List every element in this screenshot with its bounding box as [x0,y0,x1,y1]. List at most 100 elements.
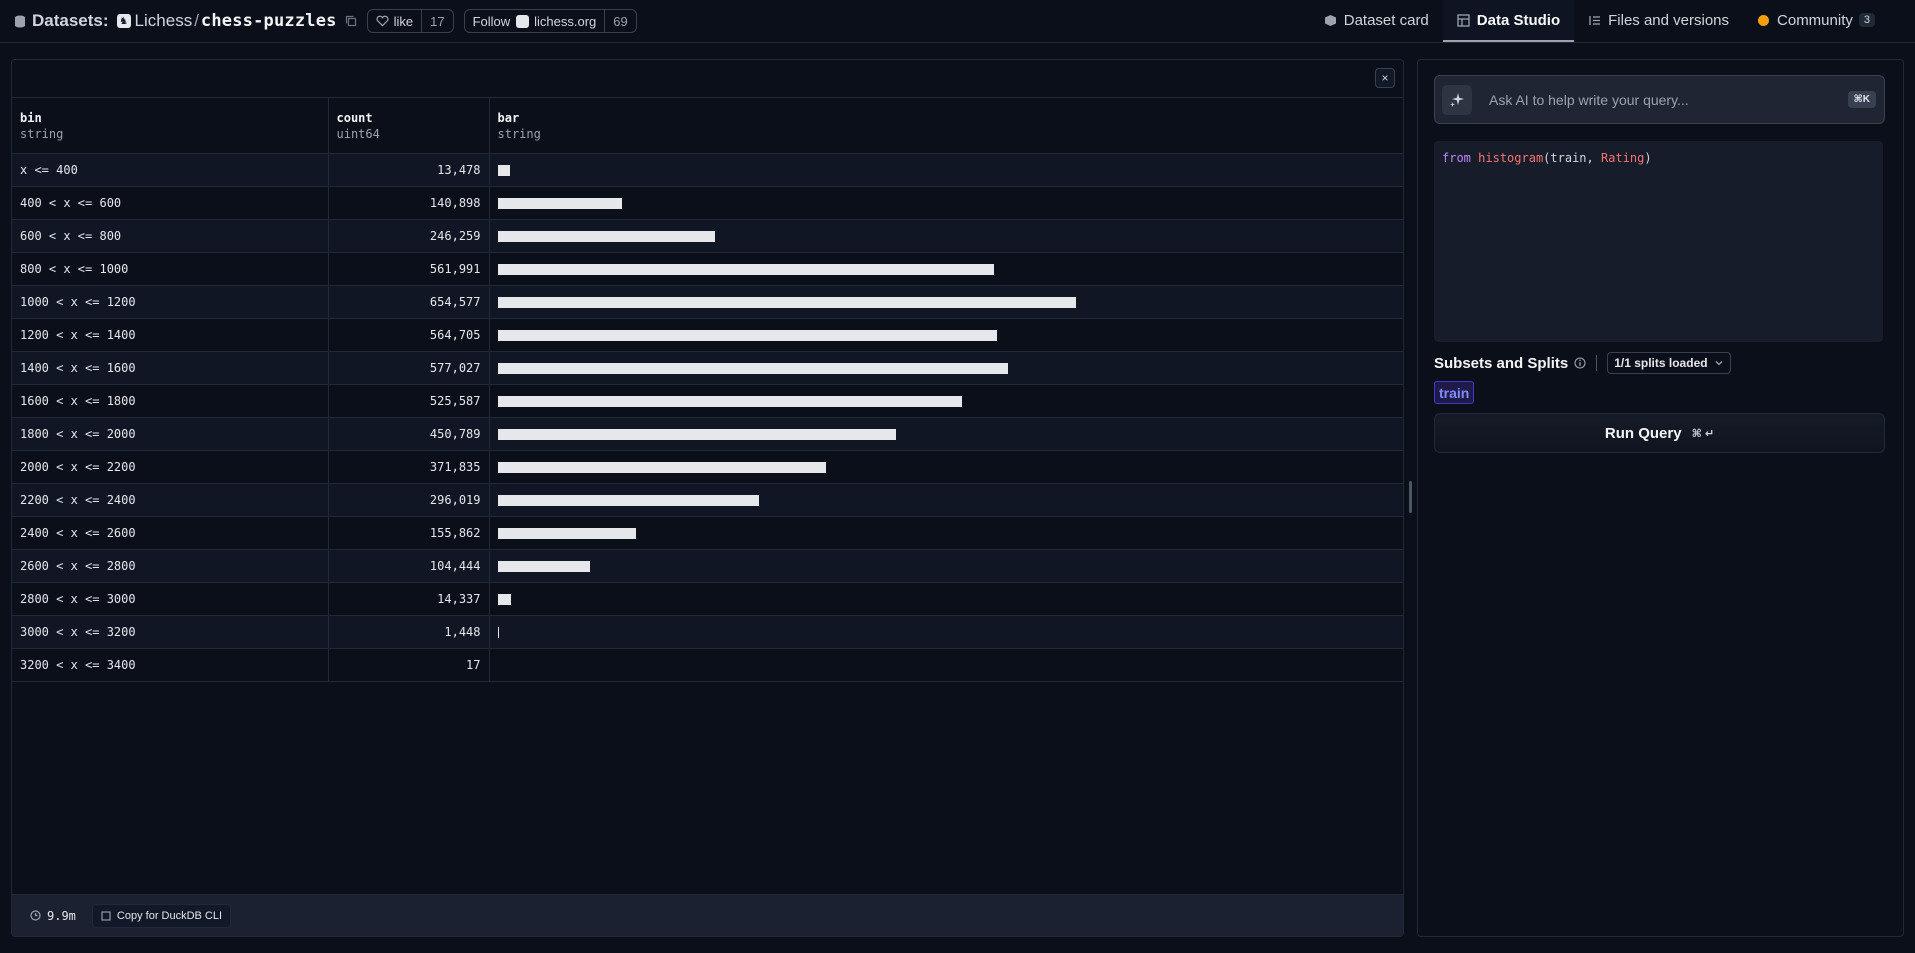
cell-bar[interactable] [489,352,1403,385]
cell-bar[interactable] [489,286,1403,319]
table-row[interactable]: 2800 < x <= 3000 14,337 [12,582,1403,616]
cell-bar[interactable] [489,616,1403,649]
cell-count[interactable]: 561,991 [328,252,490,286]
cell-bin[interactable]: 2400 < x <= 2600 [12,516,329,550]
cell-bar[interactable] [489,583,1403,616]
cell-bin[interactable]: 800 < x <= 1000 [12,252,329,286]
cell-count[interactable]: 371,835 [328,450,490,484]
ask-ai-placeholder: Ask AI to help write your query... [1489,91,1689,108]
repo-tabs: Dataset card Data Studio Files and versi… [1310,0,1915,42]
table-row[interactable]: 1400 < x <= 1600 577,027 [12,351,1403,385]
table-row[interactable]: 2400 < x <= 2600 155,862 [12,516,1403,550]
table-row[interactable]: 1200 < x <= 1400 564,705 [12,318,1403,352]
subsets-label: Subsets and Splits [1434,354,1569,372]
table-row[interactable]: 1800 < x <= 2000 450,789 [12,417,1403,451]
copy-duckdb-cli-button[interactable]: Copy for DuckDB CLI [91,903,232,928]
cell-bar[interactable] [489,418,1403,451]
cell-count[interactable]: 577,027 [328,351,490,385]
org-link[interactable]: Lichess [135,11,193,31]
cell-count[interactable]: 104,444 [328,549,490,583]
table-row[interactable]: 1000 < x <= 1200 654,577 [12,285,1403,319]
cell-bin[interactable]: 1200 < x <= 1400 [12,318,329,352]
cell-bar[interactable] [489,649,1403,682]
split-chip-train[interactable]: train [1434,381,1475,404]
files-icon [1589,15,1601,25]
table-row[interactable]: 3000 < x <= 3200 1,448 [12,615,1403,649]
chevron-down-icon [1715,361,1723,366]
table-row[interactable]: 400 < x <= 600 140,898 [12,186,1403,220]
cell-count[interactable]: 450,789 [328,417,490,451]
cell-bin[interactable]: 2600 < x <= 2800 [12,549,329,583]
cell-bin[interactable]: 2000 < x <= 2200 [12,450,329,484]
cell-bin[interactable]: 1600 < x <= 1800 [12,384,329,418]
cell-count[interactable]: 296,019 [328,483,490,517]
cell-bin[interactable]: x <= 400 [12,153,329,187]
column-type: string [20,126,64,141]
cell-bar[interactable] [489,253,1403,286]
top-header: Datasets: ♞ Lichess / chess-puzzles like… [0,0,1915,43]
close-results-button[interactable]: × [1375,68,1395,88]
cell-bar[interactable] [489,484,1403,517]
follow-button[interactable]: Follow lichess.org 69 [463,9,637,33]
table-row[interactable]: 1600 < x <= 1800 525,587 [12,384,1403,418]
histogram-bar [497,495,759,506]
column-header-bar[interactable]: bar string [489,98,1403,154]
cell-count[interactable]: 525,587 [328,384,490,418]
cell-bin[interactable]: 1000 < x <= 1200 [12,285,329,319]
tab-community[interactable]: Community 3 [1743,0,1889,42]
tab-data-studio[interactable]: Data Studio [1442,0,1575,42]
ask-ai-input[interactable]: Ask AI to help write your query... ⌘K [1434,75,1885,124]
histogram-bar [497,297,1076,308]
cell-bin[interactable]: 1400 < x <= 1600 [12,351,329,385]
cell-count[interactable]: 564,705 [328,318,490,352]
copy-duckdb-cli-label: Copy for DuckDB CLI [116,909,223,922]
tab-files-and-versions[interactable]: Files and versions [1574,0,1743,42]
cell-bar[interactable] [489,319,1403,352]
panel-resize-handle[interactable] [1409,481,1412,513]
column-header-bin[interactable]: bin string [12,97,329,154]
cell-bin[interactable]: 600 < x <= 800 [12,219,329,253]
cell-bar[interactable] [489,187,1403,220]
cell-bar[interactable] [489,154,1403,187]
table-row[interactable]: x <= 400 13,478 [12,153,1403,187]
cell-bar[interactable] [489,451,1403,484]
run-query-button[interactable]: Run Query ⌘ ↵ [1434,413,1885,453]
table-row[interactable]: 3200 < x <= 3400 17 [12,648,1403,682]
cell-count[interactable]: 14,337 [328,582,490,616]
cell-bin[interactable]: 2200 < x <= 2400 [12,483,329,517]
cell-bar[interactable] [489,385,1403,418]
info-icon[interactable] [1574,357,1586,369]
column-name: bar [497,110,520,125]
cell-count[interactable]: 654,577 [328,285,490,319]
results-table: bin string count uint64 bar string x <= … [12,97,1403,682]
cell-count[interactable]: 13,478 [328,153,490,187]
tab-dataset-card[interactable]: Dataset card [1310,0,1443,42]
cell-bin[interactable]: 3200 < x <= 3400 [12,648,329,682]
table-row[interactable]: 2200 < x <= 2400 296,019 [12,483,1403,517]
cell-count[interactable]: 1,448 [328,615,490,649]
cell-bin[interactable]: 2800 < x <= 3000 [12,582,329,616]
table-row[interactable]: 2600 < x <= 2800 104,444 [12,549,1403,583]
column-name: count [336,110,373,125]
cell-bin[interactable]: 3000 < x <= 3200 [12,615,329,649]
cell-count[interactable]: 17 [328,648,490,682]
splits-dropdown[interactable]: 1/1 splits loaded [1607,352,1731,374]
cell-count[interactable]: 155,862 [328,516,490,550]
datasets-label[interactable]: Datasets: [32,11,109,31]
cell-count[interactable]: 246,259 [328,219,490,253]
table-row[interactable]: 600 < x <= 800 246,259 [12,219,1403,253]
copy-icon[interactable] [345,15,357,27]
table-row[interactable]: 800 < x <= 1000 561,991 [12,252,1403,286]
cell-bin[interactable]: 1800 < x <= 2000 [12,417,329,451]
cell-bar[interactable] [489,517,1403,550]
sql-editor[interactable]: from histogram(train, Rating) [1434,141,1883,342]
table-row[interactable]: 2000 < x <= 2200 371,835 [12,450,1403,484]
cell-bar[interactable] [489,550,1403,583]
repo-name-link[interactable]: chess-puzzles [201,11,337,31]
column-header-count[interactable]: count uint64 [328,97,490,154]
like-button[interactable]: like 17 [366,9,454,33]
cell-count[interactable]: 140,898 [328,186,490,220]
divider [1596,355,1598,371]
cell-bar[interactable] [489,220,1403,253]
cell-bin[interactable]: 400 < x <= 600 [12,186,329,220]
